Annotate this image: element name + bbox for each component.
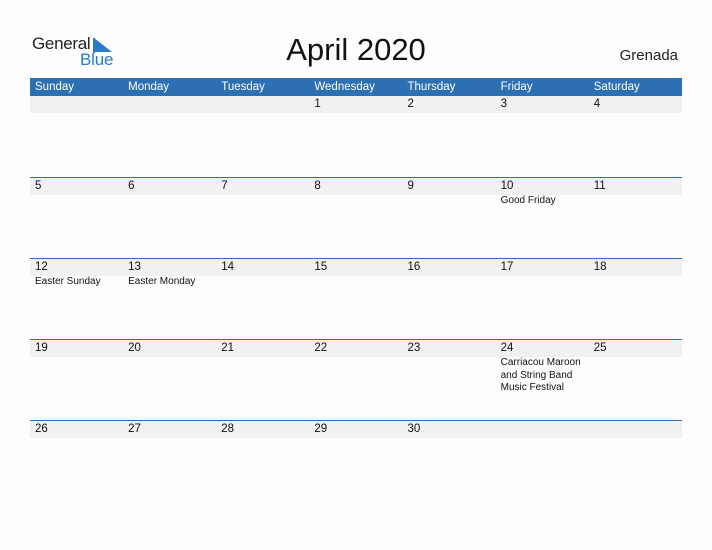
day-cell: 29 [309,421,402,501]
day-cell: 12 Easter Sunday [30,259,123,339]
holiday-label: Carriacou Maroon and String Band Music F… [500,357,581,393]
day-cell: 28 [216,421,309,501]
day-number: 25 [593,342,607,354]
calendar-grid: Sunday Monday Tuesday Wednesday Thursday… [30,78,682,501]
day-cell: 20 [123,340,216,420]
day-number: 30 [407,423,421,435]
day-number: 15 [314,261,328,273]
week-row: 1 2 3 4 [30,96,682,177]
weeks-container: 1 2 3 4 5 6 7 8 9 10 Good Friday 11 12 Easter Sunday 1… [30,96,682,501]
weekday-monday: Monday [128,81,170,93]
day-cell: 4 [589,96,682,177]
day-number: 20 [128,342,141,354]
calendar-title: April 2020 [286,32,426,67]
day-cell: 7 [216,178,309,258]
day-number: 5 [35,180,42,192]
day-cell: 19 [30,340,123,420]
day-cell: 5 [30,178,123,258]
weekday-saturday: Saturday [593,81,640,93]
day-cell [589,421,682,501]
day-cell: 6 [123,178,216,258]
day-number: 9 [407,180,414,192]
holiday-label: Easter Sunday [35,276,101,287]
week-row: 19 20 21 22 23 24 Carriacou Maroon and String … [30,339,682,420]
day-cell: 15 [309,259,402,339]
week-row: 26 27 28 29 30 [30,420,682,501]
day-cell [216,96,309,177]
week-cells: 12 Easter Sunday 13 Easter Monday 14 15 16 17 18 [30,259,682,339]
weekday-wednesday: Wednesday [314,81,375,93]
day-cell: 22 [309,340,402,420]
day-number: 17 [500,261,514,273]
day-cell [30,96,123,177]
day-number: 14 [221,261,235,273]
day-cell: 18 [589,259,682,339]
day-number [221,96,309,113]
day-cell [123,96,216,177]
day-number: 19 [35,342,48,354]
day-number: 24 [500,342,514,354]
day-number: 3 [500,98,508,110]
weekday-sunday: Sunday [35,81,75,93]
holiday-label: Easter Monday [128,276,196,287]
day-number: 21 [221,342,235,354]
day-number [501,421,589,438]
day-cell: 17 [496,259,589,339]
day-cell: 23 [403,340,496,420]
weekday-tuesday: Tuesday [221,81,265,93]
week-cells: 5 6 7 8 9 10 Good Friday 11 [30,178,682,258]
day-number: 29 [314,423,328,435]
week-cells: 19 20 21 22 23 24 Carriacou Maroon and String … [30,340,682,420]
day-cell: 24 Carriacou Maroon and String Band Music… [496,340,589,420]
day-number: 11 [593,180,606,192]
day-number: 4 [593,98,601,110]
day-cell: 10 Good Friday [496,178,589,258]
day-number: 18 [593,261,607,273]
day-number: 2 [407,98,414,110]
day-number: 23 [407,342,421,354]
day-number: 13 [128,261,141,273]
day-number: 10 [500,180,514,192]
week-row: 12 Easter Sunday 13 Easter Monday 14 15 16 17 18 [30,258,682,339]
weekday-header: Sunday Monday Tuesday Wednesday Thursday… [30,78,682,96]
day-cell: 25 [589,340,682,420]
day-number [128,96,216,113]
day-cell: 14 [216,259,309,339]
day-number: 12 [35,261,48,273]
day-cell: 1 [309,96,402,177]
day-cell: 26 [30,421,123,501]
day-cell: 2 [403,96,496,177]
day-number: 1 [314,98,321,110]
day-cell: 30 [403,421,496,501]
day-cell: 11 [589,178,682,258]
day-number: 16 [407,261,421,273]
country-label: Grenada [619,47,678,64]
day-number: 22 [314,342,328,354]
week-cells: 1 2 3 4 [30,96,682,177]
day-cell [496,421,589,501]
weekday-thursday: Thursday [407,81,456,93]
day-cell: 3 [496,96,589,177]
day-cell: 8 [309,178,402,258]
day-cell: 13 Easter Monday [123,259,216,339]
day-number [594,421,682,438]
day-number: 7 [221,180,228,192]
weekday-friday: Friday [500,81,533,93]
day-cell: 27 [123,421,216,501]
day-cell: 16 [403,259,496,339]
day-cell: 9 [403,178,496,258]
day-number [35,96,123,113]
holiday-label: Good Friday [500,195,556,206]
day-number: 28 [221,423,235,435]
day-number: 8 [314,180,321,192]
day-cell: 21 [216,340,309,420]
day-number: 6 [128,180,135,192]
week-cells: 26 27 28 29 30 [30,421,682,501]
day-number: 27 [128,423,141,435]
day-number: 26 [35,423,48,435]
week-row: 5 6 7 8 9 10 Good Friday 11 [30,177,682,258]
